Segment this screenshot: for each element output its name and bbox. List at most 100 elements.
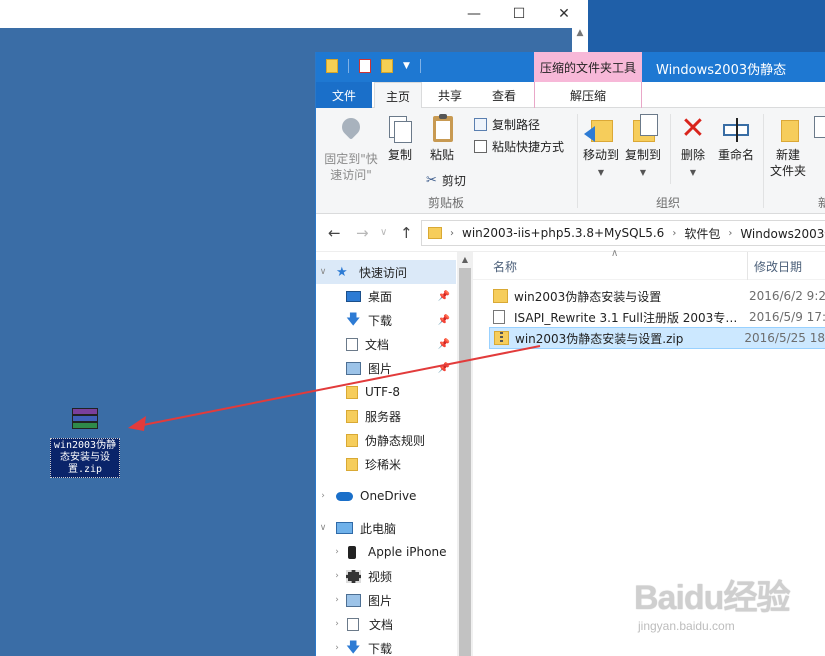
recent-locations-button[interactable]: ∨ [380,227,387,238]
paste-button[interactable]: 粘贴 [424,114,460,163]
pin-icon [338,114,364,140]
nav-item-pc-downloads[interactable]: › 🡇 下载 [316,636,456,656]
nav-item-documents[interactable]: 文档 📌 [316,332,456,356]
pin-to-quick-access-button[interactable]: 固定到"快 速访问" [322,114,380,183]
chevron-right-icon[interactable]: › [330,619,344,629]
pictures-icon [346,593,361,607]
new-folder-button[interactable]: 新建 文件夹 [766,114,810,179]
ribbon-divider [577,114,578,208]
forward-button[interactable]: → [356,224,369,242]
minimize-button[interactable]: — [454,0,494,28]
up-button[interactable]: ↑ [400,224,413,242]
chevron-down-icon[interactable]: ∨ [316,523,330,533]
paste-shortcut-button[interactable]: 粘贴快捷方式 [474,136,564,156]
tab-extract[interactable]: 解压缩 [534,82,642,108]
nav-item-apple-iphone[interactable]: › Apple iPhone [316,540,456,564]
folder-icon [346,457,358,471]
chevron-down-icon[interactable]: ▼ [403,61,410,71]
navigation-scrollbar[interactable]: ▲ [457,252,473,656]
scrollbar-thumb[interactable] [459,268,471,656]
move-to-button[interactable]: 移动到 ▼ [580,114,622,181]
background-scroll-up[interactable]: ▲ [572,28,588,52]
nav-item-downloads[interactable]: 🡇 下载 📌 [316,308,456,332]
move-to-icon [584,114,614,144]
delete-button[interactable]: ✕ 删除 ▼ [674,114,712,181]
chevron-right-icon[interactable]: › [330,643,344,653]
breadcrumb-segment[interactable]: 软件包 [684,225,720,242]
nav-item-utf8[interactable]: UTF-8 [316,380,456,404]
chevron-right-icon[interactable]: › [330,595,344,605]
properties-icon[interactable] [359,59,371,73]
breadcrumb-segment[interactable]: Windows2003伪 [740,225,825,242]
chevron-down-icon[interactable]: ∨ [316,267,330,277]
pin-icon[interactable]: 📌 [438,339,450,350]
document-icon [347,617,359,631]
chevron-right-icon[interactable]: › [330,571,344,581]
new-item-icon [810,114,825,144]
column-divider[interactable] [747,252,748,280]
document-icon [346,337,358,351]
nav-item-zhenximi[interactable]: 珍稀米 [316,452,456,476]
desktop-zip-file[interactable]: win2003伪静 态安装与设 置.zip [50,408,120,478]
group-label-new: 新 [818,196,825,210]
pin-icon[interactable]: 📌 [438,315,450,326]
window-title: Windows2003伪静态 [656,63,787,78]
rename-button[interactable]: 重命名 [714,114,758,163]
nav-this-pc[interactable]: ∨ 此电脑 [316,516,456,540]
file-row-document[interactable]: ISAPI_Rewrite 3.1 Full注册版 2003专用.... 201… [489,306,825,328]
chevron-right-icon[interactable]: › [330,547,344,557]
tab-share[interactable]: 共享 [426,82,474,108]
pin-icon[interactable]: 📌 [438,363,450,374]
tab-file[interactable]: 文件 [316,82,372,108]
ribbon-divider [670,114,671,184]
ribbon-home: 固定到"快 速访问" 复制 粘贴 复制路径 粘贴快捷方式 ✂ 剪切 剪贴板 移动… [316,108,825,214]
back-button[interactable]: ← [328,224,341,242]
tab-home[interactable]: 主页 [374,82,422,109]
close-button[interactable]: ✕ [544,0,584,28]
nav-item-rewrite-rules[interactable]: 伪静态规则 [316,428,456,452]
quick-access-toolbar: ▼ [326,59,421,73]
new-folder-icon[interactable] [381,59,393,73]
tab-view[interactable]: 查看 [480,82,528,108]
cloud-icon [336,491,353,501]
nav-item-pictures[interactable]: 图片 📌 [316,356,456,380]
toolbar-divider [419,59,421,73]
download-arrow-icon: 🡇 [346,639,361,656]
nav-item-servers[interactable]: 服务器 [316,404,456,428]
breadcrumb-segment[interactable]: win2003-iis+php5.3.8+MySQL5.6 [462,226,664,240]
column-name[interactable]: 名称 [493,258,517,275]
chevron-right-icon: › [450,227,454,239]
chevron-right-icon[interactable]: › [316,491,330,501]
desktop-icon-label: win2003伪静 态安装与设 置.zip [50,438,120,478]
nav-item-videos[interactable]: › 视频 [316,564,456,588]
nav-quick-access[interactable]: ∨ ★ 快速访问 [316,260,456,284]
file-explorer-window: ▼ 压缩的文件夹工具 Windows2003伪静态 文件 主页 共享 查看 解压… [315,52,825,656]
nav-onedrive[interactable]: › OneDrive [316,484,456,508]
address-path[interactable]: › win2003-iis+php5.3.8+MySQL5.6 › 软件包 › … [421,220,825,246]
column-header: ∧ 名称 修改日期 [473,248,825,280]
nav-item-pc-pictures[interactable]: › 图片 [316,588,456,612]
shortcut-icon [474,139,487,153]
star-icon: ★ [336,264,348,280]
scroll-up-icon[interactable]: ▲ [457,252,473,268]
chevron-down-icon: ▼ [597,168,605,177]
ribbon-tabs: 文件 主页 共享 查看 解压缩 [316,82,825,109]
file-row-zip[interactable]: win2003伪静态安装与设置.zip 2016/5/25 18 [489,327,825,349]
nav-item-pc-documents[interactable]: › 文档 [316,612,456,636]
nav-item-desktop[interactable]: 桌面 📌 [316,284,456,308]
folder-icon [775,114,801,144]
phone-icon [348,545,356,559]
copy-to-icon [630,114,658,144]
maximize-button[interactable]: ☐ [499,0,539,28]
cut-button[interactable]: ✂ 剪切 [426,170,466,190]
copy-path-icon [474,117,487,131]
navigation-pane: ∨ ★ 快速访问 桌面 📌 🡇 下载 📌 文档 📌 图片 📌 UTF-8 服务器… [316,252,473,656]
column-date-modified[interactable]: 修改日期 [754,258,802,275]
pin-icon[interactable]: 📌 [438,291,450,302]
copy-button[interactable]: 复制 [382,114,418,163]
file-row-folder[interactable]: win2003伪静态安装与设置 2016/6/2 9:2 [489,285,825,307]
delete-x-icon: ✕ [680,111,706,146]
copy-path-button[interactable]: 复制路径 [474,114,540,134]
new-item-button[interactable] [810,114,825,147]
copy-to-button[interactable]: 复制到 ▼ [622,114,664,181]
